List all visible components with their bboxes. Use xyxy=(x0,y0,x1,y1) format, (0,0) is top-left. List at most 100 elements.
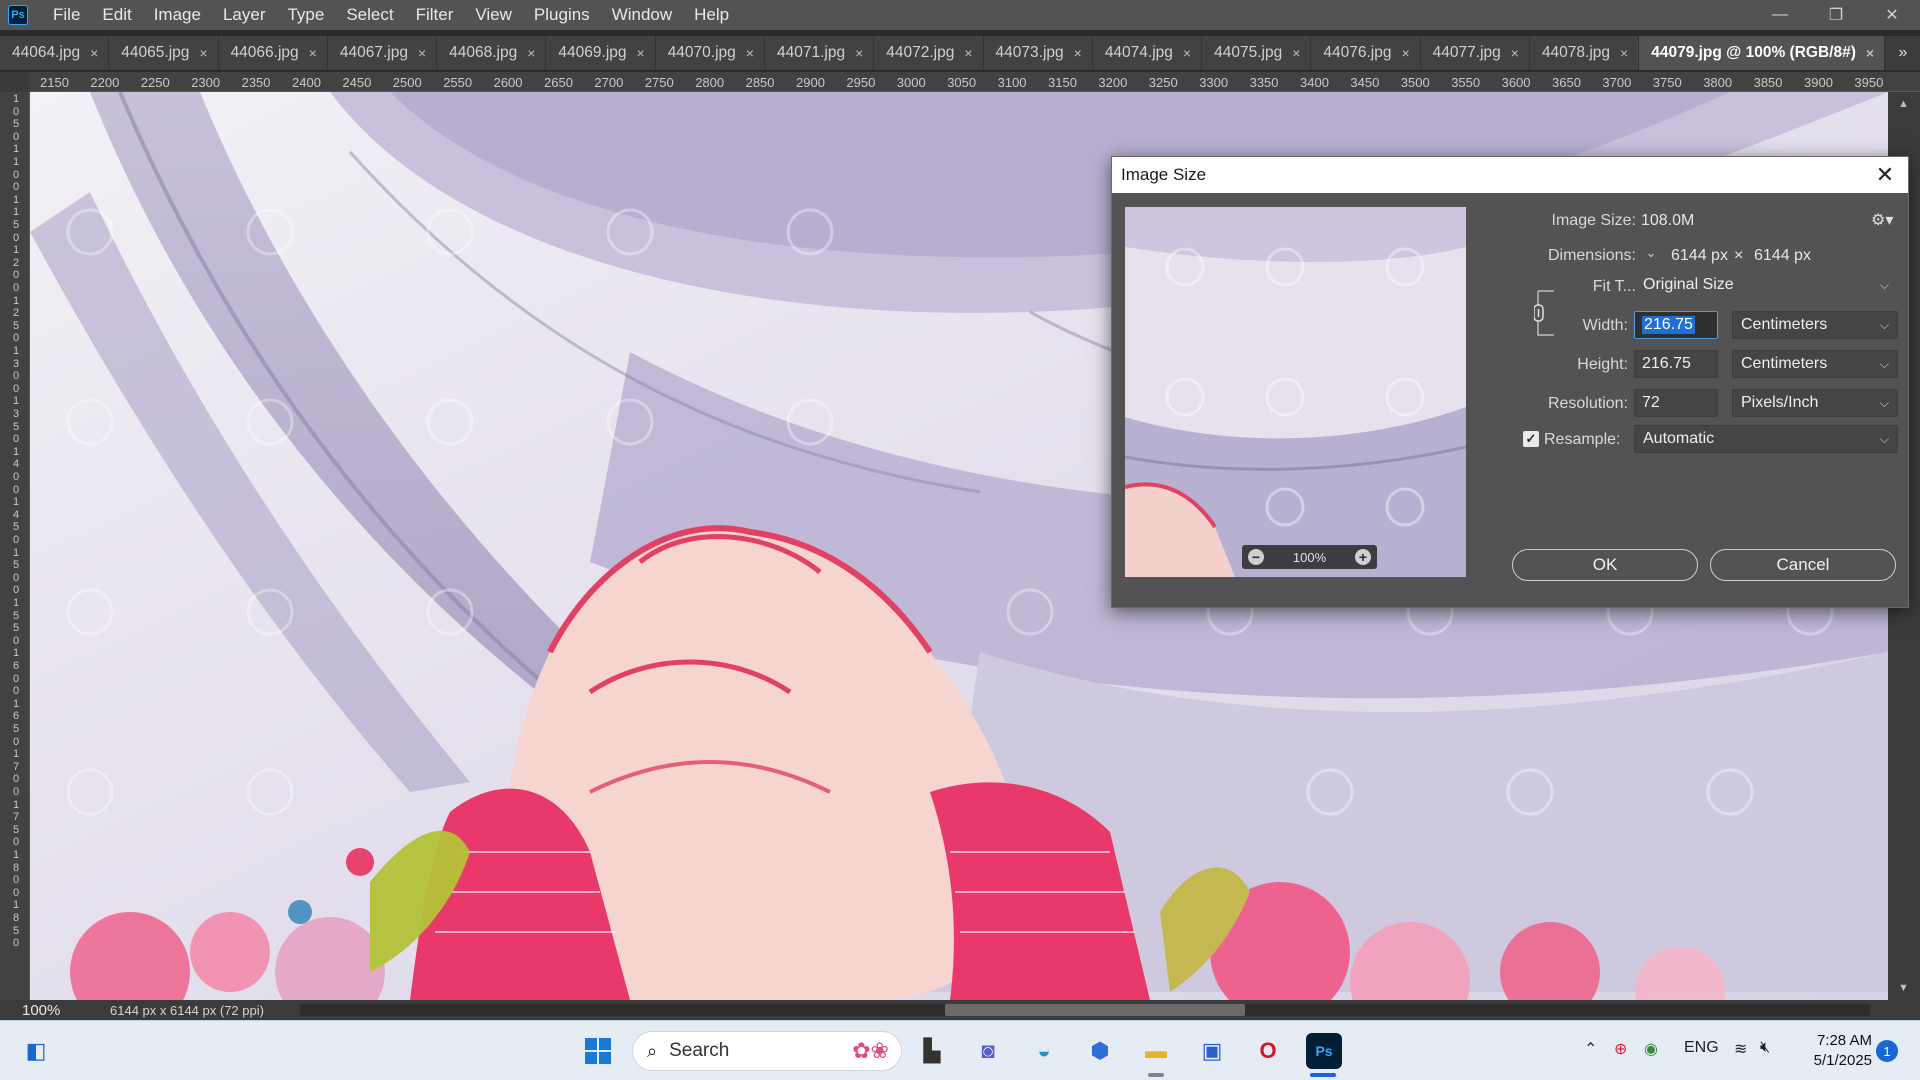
menu-select[interactable]: Select xyxy=(335,5,404,25)
cancel-button[interactable]: Cancel xyxy=(1710,549,1896,581)
menu-bar: Ps File Edit Image Layer Type Select Fil… xyxy=(0,0,1920,30)
tab-label: 44064.jpg xyxy=(12,44,81,61)
menu-edit[interactable]: Edit xyxy=(91,5,142,25)
resolution-input[interactable]: 72 xyxy=(1634,389,1718,417)
widgets-icon[interactable]: ◧ xyxy=(18,1033,54,1069)
close-window-button[interactable]: ✕ xyxy=(1864,0,1920,30)
ruler-tick-label: 0 xyxy=(13,282,20,294)
scroll-up-icon[interactable]: ▲ xyxy=(1898,98,1909,110)
photoshop-taskbar-icon[interactable]: Ps xyxy=(1306,1033,1342,1069)
teams-chat-icon[interactable]: ◙ xyxy=(970,1033,1006,1069)
gear-icon[interactable]: ⚙▾ xyxy=(1871,210,1893,230)
document-tab[interactable]: 44068.jpg × xyxy=(437,36,547,70)
document-tab[interactable]: 44078.jpg × xyxy=(1529,36,1640,70)
taskbar-search-box[interactable]: ⌕ Search ✿❀ xyxy=(632,1031,902,1071)
document-tab[interactable]: 44069.jpg × xyxy=(546,36,656,70)
resample-checkbox[interactable]: ✓ xyxy=(1523,431,1539,447)
document-tab[interactable]: 44064.jpg × xyxy=(0,36,110,70)
document-tab[interactable]: 44076.jpg × xyxy=(1311,36,1421,70)
ok-button[interactable]: OK xyxy=(1512,549,1698,581)
zoom-in-icon[interactable]: + xyxy=(1355,549,1371,565)
width-label: Width: xyxy=(1582,317,1628,334)
close-tab-icon[interactable]: × xyxy=(1866,45,1874,61)
restore-button[interactable]: ❐ xyxy=(1808,0,1864,30)
double-chevron-right-icon[interactable]: » xyxy=(1886,36,1920,70)
ruler-tick-label: 2650 xyxy=(544,75,573,90)
document-tab[interactable]: 44071.jpg × xyxy=(764,36,875,70)
document-tab[interactable]: 44074.jpg × xyxy=(1092,36,1203,70)
menu-layer[interactable]: Layer xyxy=(212,5,277,25)
ruler-tick-label: 6 xyxy=(13,710,20,723)
close-tab-icon[interactable]: × xyxy=(1292,45,1300,61)
task-view-icon[interactable]: ▙ xyxy=(914,1033,950,1069)
close-tab-icon[interactable]: × xyxy=(855,45,863,61)
file-explorer-icon[interactable]: ▬ xyxy=(1138,1033,1174,1069)
tab-active-document[interactable]: 44079.jpg @ 100% (RGB/8#) × xyxy=(1639,36,1886,70)
zoom-level[interactable]: 100% xyxy=(0,1002,80,1019)
microsoft-store-icon[interactable]: ▣ xyxy=(1194,1033,1230,1069)
width-unit: Centimeters xyxy=(1741,316,1828,333)
network-app-icon[interactable]: ◉ xyxy=(1644,1039,1658,1059)
ruler-origin[interactable] xyxy=(0,72,30,92)
close-tab-icon[interactable]: × xyxy=(309,45,317,61)
wifi-icon[interactable]: ≋ xyxy=(1734,1039,1747,1059)
height-unit-dropdown[interactable]: Centimeters ⌵ xyxy=(1732,350,1898,378)
menu-help[interactable]: Help xyxy=(683,5,740,25)
menu-file[interactable]: File xyxy=(42,5,91,25)
minimize-button[interactable]: — xyxy=(1752,0,1808,30)
close-tab-icon[interactable]: × xyxy=(418,45,426,61)
notification-badge[interactable]: 1 xyxy=(1876,1040,1898,1062)
horizontal-scroll-thumb[interactable] xyxy=(945,1004,1245,1016)
menu-plugins[interactable]: Plugins xyxy=(523,5,601,25)
document-tab[interactable]: 44070.jpg × xyxy=(655,36,765,70)
tab-label: 44068.jpg xyxy=(449,44,518,61)
resample-dropdown[interactable]: Automatic ⌵ xyxy=(1634,425,1898,453)
language-indicator[interactable]: ENG xyxy=(1684,1039,1719,1057)
menu-filter[interactable]: Filter xyxy=(405,5,465,25)
resolution-unit-dropdown[interactable]: Pixels/Inch ⌵ xyxy=(1732,389,1898,417)
document-tab[interactable]: 44073.jpg × xyxy=(983,36,1093,70)
width-unit-dropdown[interactable]: Centimeters ⌵ xyxy=(1732,311,1898,339)
edge-browser-icon[interactable]: ◒ xyxy=(1026,1033,1062,1069)
scroll-down-icon[interactable]: ▼ xyxy=(1898,982,1909,994)
dialog-titlebar[interactable]: Image Size ✕ xyxy=(1112,157,1908,193)
copilot-icon[interactable]: ⬢ xyxy=(1082,1033,1118,1069)
close-tab-icon[interactable]: × xyxy=(964,45,972,61)
menu-type[interactable]: Type xyxy=(276,5,335,25)
taskbar-clock[interactable]: 7:28 AM 5/1/2025 xyxy=(1800,1031,1872,1071)
close-tab-icon[interactable]: × xyxy=(90,45,98,61)
document-tab[interactable]: 44075.jpg × xyxy=(1202,36,1312,70)
ruler-tick-label: 5 xyxy=(13,219,20,231)
menu-view[interactable]: View xyxy=(464,5,523,25)
height-input[interactable]: 216.75 xyxy=(1634,350,1718,378)
menu-image[interactable]: Image xyxy=(143,5,212,25)
document-tab[interactable]: 44077.jpg × xyxy=(1420,36,1530,70)
opera-browser-icon[interactable]: O xyxy=(1250,1033,1286,1069)
close-tab-icon[interactable]: × xyxy=(1401,45,1409,61)
vpn-icon[interactable]: ⊕ xyxy=(1614,1039,1627,1059)
width-input[interactable]: 216.75 xyxy=(1634,311,1718,339)
chevron-up-icon[interactable]: ⌃ xyxy=(1584,1039,1597,1059)
close-tab-icon[interactable]: × xyxy=(1511,45,1519,61)
document-tab[interactable]: 44065.jpg × xyxy=(109,36,219,70)
zoom-out-icon[interactable]: − xyxy=(1248,549,1264,565)
document-tab[interactable]: 44067.jpg × xyxy=(327,36,438,70)
close-tab-icon[interactable]: × xyxy=(199,45,207,61)
ruler-tick-label: 0 xyxy=(13,105,20,118)
close-tab-icon[interactable]: × xyxy=(637,45,645,61)
document-tab[interactable]: 44072.jpg × xyxy=(874,36,984,70)
speaker-muted-icon[interactable]: 🔇︎ xyxy=(1760,1039,1770,1057)
close-tab-icon[interactable]: × xyxy=(1620,45,1628,61)
fit-to-dropdown[interactable]: Original Size ⌵ xyxy=(1634,271,1898,299)
ruler-tick-label: 3250 xyxy=(1148,75,1178,90)
start-button[interactable] xyxy=(580,1033,616,1069)
close-tab-icon[interactable]: × xyxy=(1183,45,1191,61)
close-icon[interactable]: ✕ xyxy=(1872,162,1898,188)
menu-window[interactable]: Window xyxy=(601,5,683,25)
chevron-down-icon[interactable]: ⌄ xyxy=(1641,243,1661,263)
close-tab-icon[interactable]: × xyxy=(1074,45,1082,61)
close-tab-icon[interactable]: × xyxy=(746,45,754,61)
close-tab-icon[interactable]: × xyxy=(527,45,535,61)
document-tab[interactable]: 44066.jpg × xyxy=(218,36,328,70)
image-preview[interactable]: − 100% + xyxy=(1125,207,1466,577)
